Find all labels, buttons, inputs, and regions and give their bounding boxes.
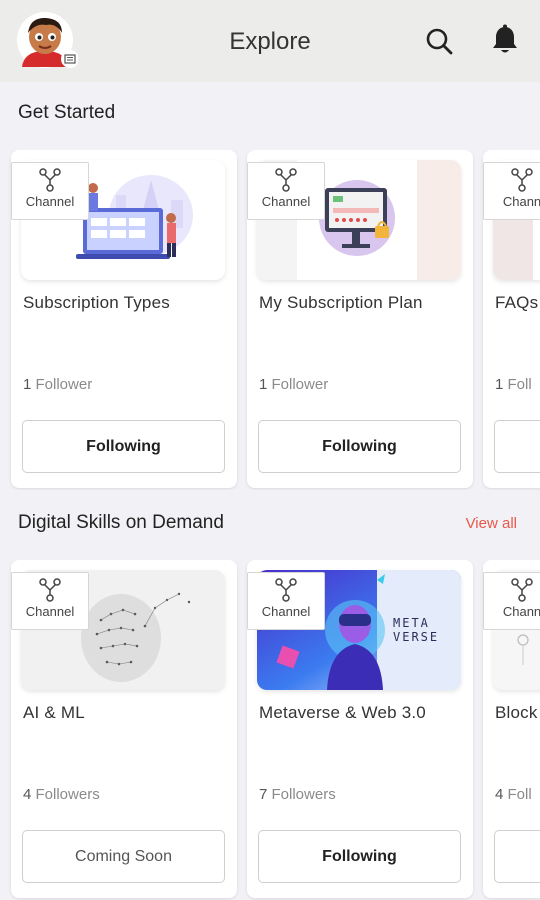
channel-network-icon xyxy=(275,578,297,602)
following-button[interactable] xyxy=(494,830,540,883)
follower-count: 4 Followers xyxy=(23,786,100,803)
coming-soon-button[interactable]: Coming Soon xyxy=(22,830,225,883)
channel-tag-label: Channel xyxy=(261,194,311,209)
channel-card[interactable]: Chann FAQs 1 Foll xyxy=(483,150,540,488)
section-title-digital-skills: Digital Skills on Demand xyxy=(18,512,224,533)
channel-card[interactable]: META VERSE Channel Metaverse & Web 3.0 7… xyxy=(247,560,473,898)
following-button[interactable]: Following xyxy=(258,830,461,883)
channel-card[interactable]: Channel Subscription Types 1 Follower Fo… xyxy=(11,150,237,488)
search-icon[interactable] xyxy=(424,26,454,56)
channel-card[interactable]: Channel My Subscription Plan 1 Follower … xyxy=(247,150,473,488)
card-title: FAQs xyxy=(495,293,539,312)
metaverse-image-text: META VERSE xyxy=(393,616,440,644)
channel-card[interactable]: Channel AI & ML 4 Followers Coming Soon xyxy=(11,560,237,898)
channel-tag-label: Channel xyxy=(25,604,75,619)
follower-count: 1 Follower xyxy=(259,376,329,393)
following-button[interactable]: Following xyxy=(258,420,461,473)
follower-count: 7 Followers xyxy=(259,786,336,803)
channel-network-icon xyxy=(39,168,61,192)
section-title-get-started: Get Started xyxy=(18,102,116,123)
following-button[interactable] xyxy=(494,420,540,473)
top-app-bar: Explore xyxy=(0,0,540,82)
card-title: Block xyxy=(495,703,538,722)
card-title: Subscription Types xyxy=(23,293,170,312)
channel-network-icon xyxy=(511,168,533,192)
card-title: Metaverse & Web 3.0 xyxy=(259,703,426,722)
channel-card[interactable]: Chann Block 4 Foll xyxy=(483,560,540,898)
follower-count: 1 Foll xyxy=(495,376,532,393)
channel-tag-label: Chann xyxy=(502,604,540,619)
channel-tag: Channel xyxy=(11,162,89,220)
channel-tag: Chann xyxy=(483,162,540,220)
channel-tag: Channel xyxy=(11,572,89,630)
follower-count: 4 Foll xyxy=(495,786,532,803)
channel-tag-label: Channel xyxy=(261,604,311,619)
channel-network-icon xyxy=(39,578,61,602)
following-button[interactable]: Following xyxy=(22,420,225,473)
digital-skills-carousel[interactable]: Channel AI & ML 4 Followers Coming Soon xyxy=(0,560,540,900)
channel-tag-label: Chann xyxy=(502,194,540,209)
channel-network-icon xyxy=(275,168,297,192)
card-title: AI & ML xyxy=(23,703,85,722)
page-title: Explore xyxy=(229,28,311,55)
channel-tag-label: Channel xyxy=(25,194,75,209)
channel-tag: Chann xyxy=(483,572,540,630)
channel-network-icon xyxy=(511,578,533,602)
card-title: My Subscription Plan xyxy=(259,293,423,312)
get-started-carousel[interactable]: Channel Subscription Types 1 Follower Fo… xyxy=(0,150,540,490)
bell-icon[interactable] xyxy=(490,24,520,56)
channel-tag: Channel xyxy=(247,572,325,630)
follower-count: 1 Follower xyxy=(23,376,93,393)
channel-tag: Channel xyxy=(247,162,325,220)
view-all-link[interactable]: View all xyxy=(466,515,517,532)
